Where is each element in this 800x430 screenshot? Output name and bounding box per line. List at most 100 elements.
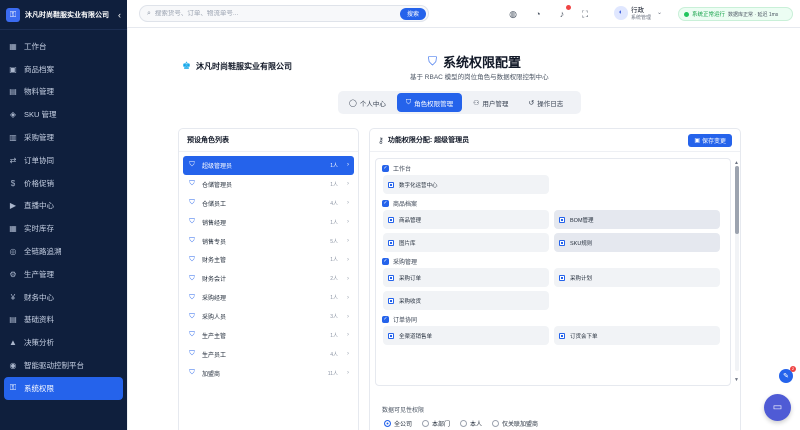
checkbox[interactable] <box>559 274 565 281</box>
role-item[interactable]: ⛉ 加盟商 11人 › <box>183 364 354 383</box>
nav-icon: ▥ <box>9 133 17 143</box>
sidebar-item[interactable]: ⚙ 生产管理 <box>0 263 127 286</box>
permission-item[interactable]: 采购计划 <box>554 268 720 287</box>
permission-scrollbar[interactable] <box>735 166 739 371</box>
permission-item[interactable]: 图片库 <box>383 233 549 252</box>
role-item[interactable]: ⛉ 超级管理员 1人 › <box>183 156 354 175</box>
permission-label: 采购计划 <box>570 275 593 282</box>
bell-icon[interactable]: ♪ <box>556 5 571 20</box>
sidebar-item[interactable]: ¥ 财务中心 <box>0 286 127 309</box>
radio-label: 全公司 <box>394 422 413 428</box>
sidebar-item[interactable]: ▶ 直播中心 <box>0 195 127 218</box>
chat-icon[interactable]: ▭ <box>764 394 791 421</box>
sidebar-item[interactable]: ⇄ 订单协同 <box>0 149 127 172</box>
checkbox[interactable] <box>388 216 394 223</box>
permission-group-title[interactable]: ✓ 商品档案 <box>382 197 724 210</box>
permission-item[interactable]: 商品管理 <box>383 210 549 229</box>
radio-dot[interactable] <box>384 420 391 427</box>
permission-item[interactable]: 全渠道销售单 <box>383 326 549 345</box>
visibility-radio-group: 全公司 本部门 本人 仅关联加盟商 <box>384 419 538 428</box>
tab[interactable]: ⚇ 用户管理 <box>464 93 517 112</box>
permission-panel: ⚷ 功能权限分配: 超级管理员 ▣ 保存变更 ✓ 工作台 数字化运营中心 ✓ 商品档案 商品… <box>369 128 741 430</box>
sidebar-item[interactable]: ▲ 决策分析 <box>0 331 127 354</box>
checkbox[interactable] <box>388 297 394 304</box>
tab[interactable]: ◯ 个人中心 <box>340 93 395 112</box>
scrollbar-thumb[interactable] <box>735 166 739 234</box>
search-input[interactable] <box>154 10 400 17</box>
role-item[interactable]: ⛉ 财务会计 2人 › <box>183 269 354 288</box>
sidebar-item-label: 商品档案 <box>24 64 54 74</box>
group-checkbox-icon[interactable]: ✓ <box>382 200 389 207</box>
role-item[interactable]: ⛉ 销售专员 5人 › <box>183 232 354 251</box>
group-checkbox-icon[interactable]: ✓ <box>382 165 389 172</box>
palette-icon[interactable]: ◍ <box>507 8 519 20</box>
sidebar-item[interactable]: ◉ 智能驱动控制平台 <box>0 354 127 377</box>
radio-dot[interactable] <box>422 420 430 427</box>
role-item[interactable]: ⛉ 财务主管 1人 › <box>183 250 354 269</box>
role-item[interactable]: ⛉ 采购人员 3人 › <box>183 307 354 326</box>
nav-icon: ⚿ <box>9 383 17 393</box>
role-item[interactable]: ⛉ 销售经理 1人 › <box>183 213 354 232</box>
sidebar-item[interactable]: ▦ 实时库存 <box>0 217 127 240</box>
visibility-radio[interactable]: 本人 <box>460 419 482 428</box>
sidebar-item[interactable]: $ 价格促销 <box>0 172 127 195</box>
sidebar-item-label: 基础资料 <box>24 315 54 325</box>
checkbox[interactable] <box>388 274 394 281</box>
checkbox[interactable] <box>388 239 394 246</box>
sidebar-item[interactable]: ▤ 基础资料 <box>0 309 127 332</box>
permission-group-title[interactable]: ✓ 工作台 <box>382 162 724 175</box>
sidebar-company-name: 沐凡时尚鞋服实业有限公司 <box>25 11 109 19</box>
role-item[interactable]: ⛉ 仓储员工 4人 › <box>183 194 354 213</box>
permission-item[interactable]: 数字化运营中心 <box>383 175 549 194</box>
role-item[interactable]: ⛉ 采购经理 1人 › <box>183 288 354 307</box>
tab-label: 角色权限管理 <box>414 100 454 108</box>
permission-group-title[interactable]: ✓ 采购管理 <box>382 255 724 268</box>
scroll-down-icon[interactable]: ▼ <box>734 377 739 383</box>
radio-dot[interactable] <box>460 420 468 427</box>
notification-float-button[interactable]: ✎ 2 <box>779 366 796 383</box>
permission-label: 数字化运营中心 <box>399 182 438 189</box>
chevron-right-icon: › <box>347 332 349 339</box>
permission-item[interactable]: SKU规则 <box>554 233 720 252</box>
role-item[interactable]: ⛉ 仓储管理员 1人 › <box>183 175 354 194</box>
group-checkbox-icon[interactable]: ✓ <box>382 258 389 265</box>
role-count: 1人 <box>330 181 338 188</box>
ai-assistant-icon[interactable]: ◔ <box>532 8 544 20</box>
main-content: ♚ 沐凡时尚鞋服实业有限公司 ⛉ 系统权限配置 基于 RBAC 模型的岗位角色与… <box>127 28 800 430</box>
sidebar-item[interactable]: ◈ SKU 管理 <box>0 103 127 126</box>
sidebar-item[interactable]: ⚿ 系统权限 <box>4 376 123 400</box>
group-checkbox-icon[interactable]: ✓ <box>382 316 389 323</box>
user-menu[interactable]: ◐ 行政 系统管理 ⌄ <box>614 4 662 21</box>
permission-group-title[interactable]: ✓ 订单协同 <box>382 313 724 326</box>
sidebar-item[interactable]: ◎ 全链路追溯 <box>0 240 127 263</box>
role-item[interactable]: ⛉ 生产主管 1人 › <box>183 326 354 345</box>
permission-group: ✓ 工作台数字化运营中心 <box>376 162 730 194</box>
checkbox[interactable] <box>388 332 394 339</box>
permission-item[interactable]: BOM管理 <box>554 210 720 229</box>
checkbox[interactable] <box>559 239 565 246</box>
sidebar-item[interactable]: ▥ 采购管理 <box>0 126 127 149</box>
search-button[interactable]: 搜索 <box>399 7 426 20</box>
chevron-right-icon: › <box>347 238 349 244</box>
permission-item[interactable]: 订货会下单 <box>554 326 720 345</box>
checkbox[interactable] <box>559 216 565 223</box>
sidebar-item[interactable]: ▤ 物料管理 <box>0 81 127 104</box>
visibility-label: 数据可见性权限 <box>382 408 425 414</box>
radio-dot[interactable] <box>492 420 500 427</box>
checkbox[interactable] <box>388 181 394 188</box>
tab[interactable]: ↺ 操作日志 <box>519 93 572 112</box>
nav-icon: ¥ <box>10 292 16 302</box>
permission-item[interactable]: 采购收货 <box>383 291 549 310</box>
visibility-radio[interactable]: 全公司 <box>384 419 412 428</box>
fullscreen-icon[interactable]: ⛶ <box>579 8 591 20</box>
role-item[interactable]: ⛉ 生产员工 4人 › <box>183 345 354 364</box>
visibility-radio[interactable]: 本部门 <box>422 419 450 428</box>
visibility-radio[interactable]: 仅关联加盟商 <box>492 419 538 428</box>
permission-item[interactable]: 采购订单 <box>383 268 549 287</box>
chevron-left-icon[interactable]: ‹ <box>118 10 121 20</box>
sidebar-item[interactable]: ▣ 商品档案 <box>0 58 127 81</box>
tab[interactable]: ⛉ 角色权限管理 <box>396 93 463 112</box>
sidebar-item[interactable]: ▦ 工作台 <box>0 35 127 58</box>
checkbox[interactable] <box>559 332 565 339</box>
save-changes-button[interactable]: ▣ 保存变更 <box>688 133 732 147</box>
